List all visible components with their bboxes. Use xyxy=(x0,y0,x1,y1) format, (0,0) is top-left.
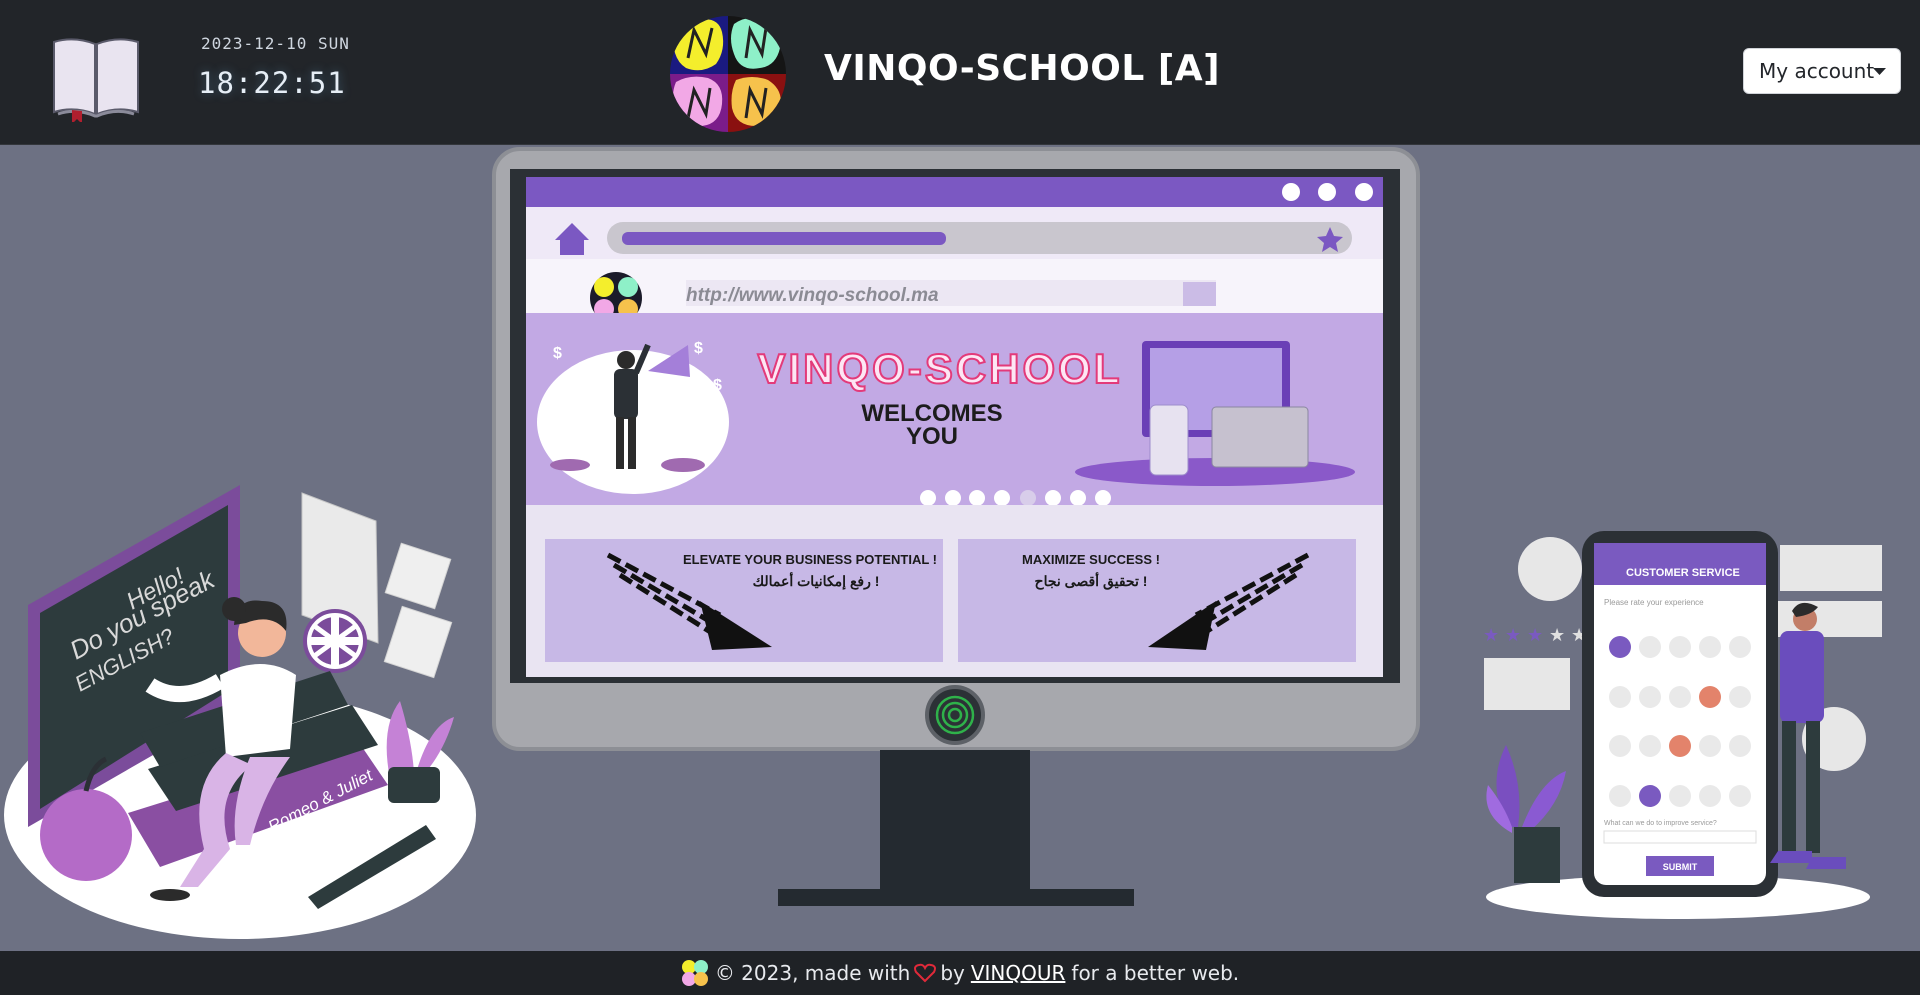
footer-by: by xyxy=(940,961,965,985)
footer: © 2023, made with by VINQOUR for a bette… xyxy=(0,951,1920,995)
footer-copyright: © 2023, made with xyxy=(714,961,911,985)
clock-widget: 2023-12-10 SUN 18:22:51 xyxy=(198,28,350,108)
site-title: VINQO-SCHOOL [A] xyxy=(824,48,1221,89)
top-navbar: 2023-12-10 SUN 18:22:51 VINQO-SCHOOL [A]… xyxy=(0,0,1920,145)
card1-arabic: رفع إمكانيات أعمالك ! xyxy=(753,571,880,591)
uk-flag-icon xyxy=(303,609,367,673)
school-logo[interactable] xyxy=(668,14,788,134)
svg-text:★: ★ xyxy=(1527,625,1543,645)
phone-question: What can we do to improve service? xyxy=(1604,820,1717,827)
hero-illustration: http://www.vinqo-school.ma $ $ $ VINQO-S… xyxy=(0,145,1920,951)
footer-tail: for a better web. xyxy=(1071,961,1240,985)
svg-text:$: $ xyxy=(713,377,722,394)
my-account-label: My account xyxy=(1759,59,1875,83)
heart-icon xyxy=(914,963,937,983)
banner-title: VINQO-SCHOOL xyxy=(757,345,1122,392)
browser-window: http://www.vinqo-school.ma $ $ $ VINQO-S… xyxy=(526,177,1383,677)
clock-date: 2023-12-10 SUN xyxy=(201,34,350,53)
svg-text:★: ★ xyxy=(1505,625,1521,645)
svg-text:$: $ xyxy=(694,340,703,357)
footer-logo-icon xyxy=(681,960,708,986)
open-book-icon[interactable] xyxy=(50,32,142,122)
phone-submit-label: SUBMIT xyxy=(1663,862,1698,872)
rating-stars: ★ ★ ★ ★ ★ xyxy=(1483,625,1587,645)
svg-text:$: $ xyxy=(553,345,562,362)
phone-rate-prompt: Please rate your experience xyxy=(1604,598,1704,607)
card1-english: ELEVATE YOUR BUSINESS POTENTIAL ! xyxy=(683,552,937,567)
banner-line2: YOU xyxy=(906,423,958,450)
card-business-potential[interactable]: ELEVATE YOUR BUSINESS POTENTIAL ! رفع إم… xyxy=(545,539,943,662)
phone-mockup: CUSTOMER SERVICE Please rate your experi… xyxy=(1582,531,1778,897)
phone-submit-button[interactable]: SUBMIT xyxy=(1646,856,1714,876)
teacher-illustration: Hello! Do you speak ENGLISH? Romeo & Jul… xyxy=(4,485,476,939)
svg-text:★: ★ xyxy=(1483,625,1499,645)
my-account-dropdown-button[interactable]: My account xyxy=(1743,48,1901,94)
author-link[interactable]: VINQOUR xyxy=(971,961,1066,985)
caret-down-icon xyxy=(1873,68,1886,75)
phone-header-title: CUSTOMER SERVICE xyxy=(1626,567,1740,579)
purple-plant xyxy=(1486,745,1566,883)
svg-text:★: ★ xyxy=(1549,625,1565,645)
card2-arabic: تحقيق أقصى نجاح ! xyxy=(1035,571,1148,590)
card2-english: MAXIMIZE SUCCESS ! xyxy=(1022,552,1160,567)
customer-service-illustration: ★ ★ ★ ★ ★ CUSTOMER SERVICE Please rate y… xyxy=(1483,531,1882,919)
browser-url: http://www.vinqo-school.ma xyxy=(686,285,939,306)
card-maximize-success[interactable]: MAXIMIZE SUCCESS ! تحقيق أقصى نجاح ! xyxy=(958,539,1356,662)
clock-time: 18:22:51 xyxy=(198,66,346,100)
